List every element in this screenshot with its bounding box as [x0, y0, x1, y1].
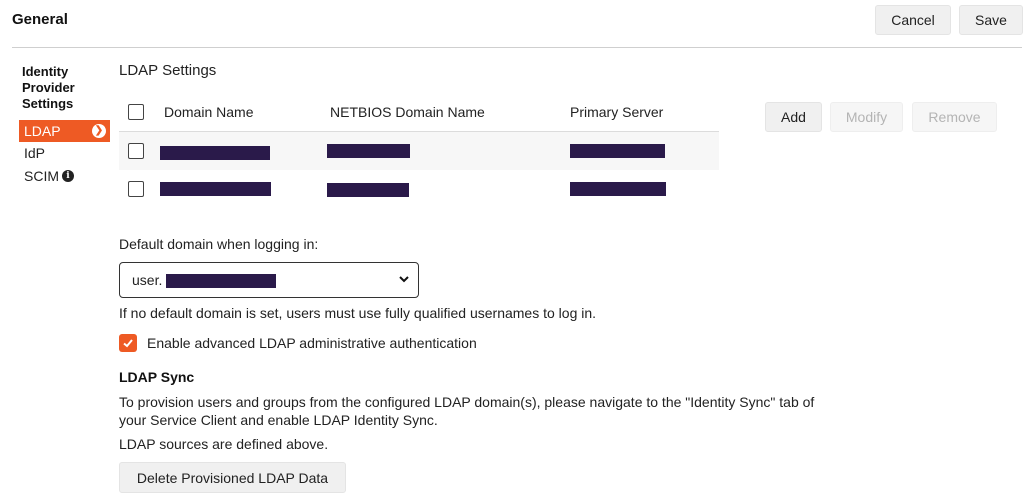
info-icon[interactable]: i: [62, 170, 74, 182]
default-domain-value: user.: [132, 272, 163, 288]
sidebar-item-ldap[interactable]: LDAP ❯: [19, 120, 110, 142]
column-header-netbios: NETBIOS Domain Name: [330, 104, 485, 120]
delete-provisioned-ldap-data-button[interactable]: Delete Provisioned LDAP Data: [119, 462, 346, 493]
advanced-auth-label: Enable advanced LDAP administrative auth…: [147, 335, 477, 351]
column-header-domain-name: Domain Name: [164, 104, 254, 120]
primary-server-redacted: [570, 144, 665, 158]
default-domain-redacted: [166, 274, 276, 288]
netbios-redacted: [327, 144, 410, 158]
sidebar-heading-text: Identity Provider Settings: [22, 64, 75, 111]
ldap-sync-note: LDAP sources are defined above.: [119, 436, 329, 452]
domain-name-redacted: [160, 182, 271, 196]
column-header-primary-server: Primary Server: [570, 104, 664, 120]
sidebar-item-label: LDAP: [24, 123, 61, 139]
sidebar-item-label: SCIM: [24, 168, 59, 184]
ldap-sync-title: LDAP Sync: [119, 369, 195, 385]
checkmark-icon: [123, 339, 133, 348]
netbios-redacted: [327, 183, 409, 197]
advanced-auth-checkbox[interactable]: [119, 334, 137, 352]
sidebar-item-idp[interactable]: IdP: [19, 142, 110, 164]
header-divider: [12, 47, 1022, 48]
chevron-down-icon: [399, 276, 409, 283]
modify-button[interactable]: Modify: [830, 102, 903, 132]
section-title: LDAP Settings: [119, 62, 217, 79]
table-row[interactable]: [119, 170, 719, 208]
page-title: General: [12, 11, 68, 28]
sidebar-heading: Identity Provider Settings: [22, 64, 102, 112]
table-row[interactable]: [119, 132, 719, 170]
ldap-domains-table: Domain Name NETBIOS Domain Name Primary …: [119, 93, 719, 208]
chevron-right-icon: ❯: [92, 124, 106, 138]
select-all-checkbox[interactable]: [128, 104, 144, 120]
sidebar-item-label: IdP: [24, 145, 46, 161]
ldap-sync-description-line2: your Service Client and enable LDAP Iden…: [119, 412, 438, 428]
domain-name-redacted: [160, 146, 270, 160]
ldap-sync-description-line1: To provision users and groups from the c…: [119, 394, 815, 410]
primary-server-redacted: [570, 182, 666, 196]
save-button[interactable]: Save: [959, 5, 1023, 35]
default-domain-label: Default domain when logging in:: [119, 236, 319, 252]
sidebar-item-scim[interactable]: SCIM i: [19, 165, 110, 187]
table-header-row: Domain Name NETBIOS Domain Name Primary …: [119, 93, 719, 132]
remove-button[interactable]: Remove: [912, 102, 997, 132]
add-button[interactable]: Add: [765, 102, 822, 132]
row-checkbox[interactable]: [128, 143, 144, 159]
row-checkbox[interactable]: [128, 181, 144, 197]
cancel-button[interactable]: Cancel: [875, 5, 951, 35]
default-domain-select[interactable]: user.: [119, 262, 419, 298]
default-domain-hint: If no default domain is set, users must …: [119, 305, 597, 321]
